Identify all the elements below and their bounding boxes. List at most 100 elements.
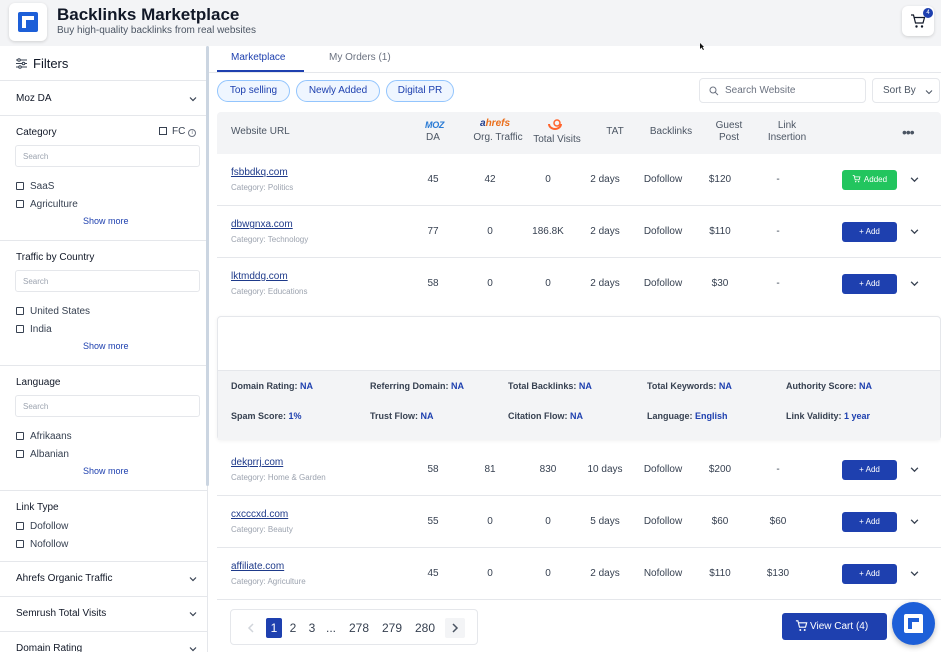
chevron-down-icon[interactable] [189,575,197,583]
domain-rating-filter[interactable]: Domain Rating [16,643,82,652]
website-category: Category: Home & Garden [231,473,326,482]
row-details: Domain Rating: NA Referring Domain: NA Tot… [218,370,940,440]
language-option[interactable]: Albanian [16,449,69,460]
pill-top-selling[interactable]: Top selling [217,80,290,102]
app-logo[interactable] [9,3,47,41]
col-backlinks[interactable]: Backlinks [643,126,699,138]
semrush-visits-filter[interactable]: Semrush Total Visits [16,608,106,619]
col-tat[interactable]: TAT [597,126,633,138]
chevron-down-icon[interactable] [189,610,197,618]
category-search-input[interactable]: Search [15,145,200,167]
table-row[interactable]: affiliate.com Category: Agriculture 45 0 0 2 … [217,548,941,600]
tab-marketplace[interactable]: Marketplace [231,52,285,63]
cell-insertion: - [776,464,780,475]
option-label: Dofollow [30,521,69,532]
table-row[interactable]: lktmddg.com Category: Educations 58 0 0 2 day… [217,258,941,310]
cart-icon [852,175,861,183]
language-show-more[interactable]: Show more [83,466,129,476]
chevron-down-icon[interactable] [910,227,919,236]
website-link[interactable]: cxcccxd.com [231,509,288,520]
action-label: + Add [859,227,880,236]
cart-count-badge: 4 [923,8,933,18]
moz-da-filter[interactable]: Moz DA [16,93,52,104]
page-number[interactable]: 280 [412,618,438,638]
detail-value: NA [451,381,465,391]
col-guest-post[interactable]: Guest Post [705,120,753,144]
add-to-cart-button[interactable]: + Add [842,460,897,480]
fc-label: FC [172,126,186,137]
main-content: Marketplace My Orders (1) Top selling Ne… [209,46,941,652]
traffic-search-input[interactable]: Search [15,270,200,292]
detail-item: Total Backlinks: NA [508,381,592,391]
pill-newly-added[interactable]: Newly Added [296,80,380,102]
website-link[interactable]: dbwgnxa.com [231,219,293,230]
page-number[interactable]: 279 [379,618,405,638]
add-to-cart-button[interactable]: + Add [842,222,897,242]
chevron-right-icon [452,623,459,633]
chevron-down-icon[interactable] [910,175,919,184]
pill-digital-pr[interactable]: Digital PR [386,80,454,102]
search-website-input[interactable]: Search Website [699,78,866,103]
cell-da: 45 [427,174,439,185]
cart-button[interactable]: 4 [902,6,934,36]
app-header: Backlinks Marketplace Buy high-quality b… [0,0,941,46]
sort-by-dropdown[interactable]: Sort By [872,78,940,103]
col-link-insertion[interactable]: Link Insertion [759,120,815,144]
next-page-button[interactable] [445,618,465,638]
chevron-down-icon[interactable] [189,95,197,103]
page-number[interactable]: 278 [346,618,372,638]
chevron-down-icon[interactable] [910,517,919,526]
chevron-down-icon[interactable] [910,569,919,578]
chat-fab-button[interactable] [892,602,935,645]
col-website-url[interactable]: Website URL [231,126,290,138]
option-label: SaaS [30,181,55,192]
table-row[interactable]: cxcccxd.com Category: Beauty 55 0 0 5 days Dof… [217,496,941,548]
language-option[interactable]: Afrikaans [16,431,72,442]
page-number[interactable]: 3 [304,618,320,638]
fc-checkbox[interactable]: FC i [159,126,197,137]
action-label: + Add [859,279,880,288]
website-link[interactable]: dekprrj.com [231,457,283,468]
website-category: Category: Technology [231,235,309,244]
view-cart-label: View Cart (4) [810,621,869,632]
col-total-visits[interactable]: Total Visits [522,134,592,146]
website-link[interactable]: lktmddg.com [231,271,288,282]
table-row[interactable]: dekprrj.com Category: Home & Garden 58 81 83… [217,444,941,496]
table-row[interactable]: fsbbdkq.com Category: Politics 45 42 0 2 days… [217,154,941,206]
category-show-more[interactable]: Show more [83,216,129,226]
traffic-show-more[interactable]: Show more [83,341,129,351]
filters-label: Filters [33,56,69,71]
chevron-down-icon[interactable] [189,645,197,652]
cell-visits: 0 [545,516,551,527]
cell-tat: 2 days [590,226,620,237]
page-number[interactable]: 1 [266,618,282,638]
chevron-down-icon[interactable] [910,465,919,474]
page-number[interactable]: 2 [285,618,301,638]
chevron-down-icon[interactable] [910,279,919,288]
ahrefs-traffic-filter[interactable]: Ahrefs Organic Traffic [16,573,113,584]
more-options-icon[interactable]: ••• [902,124,915,140]
tab-my-orders[interactable]: My Orders (1) [329,52,391,63]
table-row[interactable]: dbwgnxa.com Category: Technology 77 0 186.8K… [217,206,941,258]
country-option[interactable]: India [16,324,52,335]
language-search-input[interactable]: Search [15,395,200,417]
cell-guest: $60 [711,516,729,527]
website-link[interactable]: affiliate.com [231,561,284,572]
added-button[interactable]: Added [842,170,897,190]
detail-label: Domain Rating: [231,381,298,391]
detail-value: NA [578,381,592,391]
category-option[interactable]: Agriculture [16,199,78,210]
link-type-option[interactable]: Nofollow [16,539,68,550]
add-to-cart-button[interactable]: + Add [842,274,897,294]
add-to-cart-button[interactable]: + Add [842,564,897,584]
detail-item: Spam Score: 1% [231,411,302,421]
link-type-option[interactable]: Dofollow [16,521,68,532]
col-da[interactable]: DA [425,132,441,144]
add-to-cart-button[interactable]: + Add [842,512,897,532]
website-link[interactable]: fsbbdkq.com [231,167,288,178]
category-option[interactable]: SaaS [16,181,54,192]
country-option[interactable]: United States [16,306,90,317]
view-cart-button[interactable]: View Cart (4) [782,613,887,640]
cell-traffic: 0 [487,568,493,579]
prev-page-button[interactable] [241,618,261,638]
